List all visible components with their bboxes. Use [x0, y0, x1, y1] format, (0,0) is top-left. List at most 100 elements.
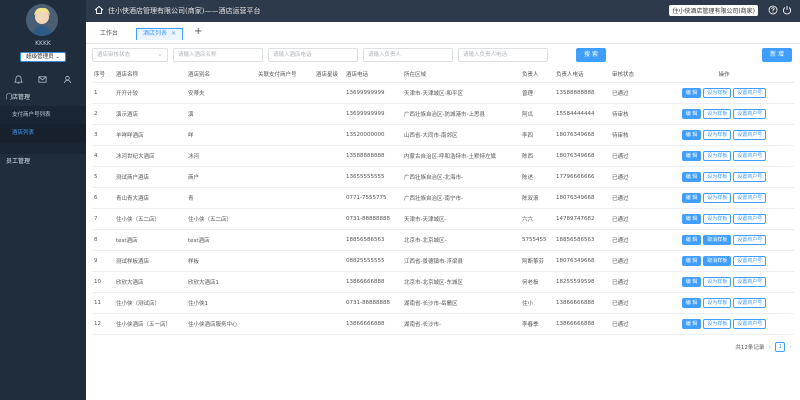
hotel-name-input[interactable]: 请输入酒店名称: [173, 48, 263, 62]
set-merchant-button[interactable]: 设置商户号: [733, 87, 767, 98]
cell-phone: 08825555555: [344, 250, 402, 272]
edit-button[interactable]: 编 辑: [681, 255, 702, 266]
cell-alias: 冰河: [186, 145, 256, 167]
logout-icon[interactable]: [782, 5, 792, 15]
status-select[interactable]: 酒店审核状态: [92, 48, 168, 62]
cell-name: 住小侠酒店（五一店）: [114, 313, 186, 335]
cell-merchant: [256, 229, 314, 251]
sample-toggle-button[interactable]: 设为样板: [703, 150, 732, 161]
edit-button[interactable]: 编 辑: [681, 150, 702, 161]
edit-button[interactable]: 编 辑: [681, 87, 702, 98]
set-merchant-button[interactable]: 设置商户号: [733, 192, 767, 203]
bell-icon[interactable]: [11, 72, 25, 86]
tab-hotel-list[interactable]: 酒店列表 ×: [136, 28, 184, 40]
help-icon[interactable]: [768, 5, 778, 15]
cell-pphone: 18856586563: [554, 229, 610, 251]
edit-button[interactable]: 编 辑: [681, 297, 702, 308]
cell-alias: 演: [186, 103, 256, 125]
sample-toggle-button[interactable]: 设为样板: [703, 87, 732, 98]
sample-toggle-button[interactable]: 设为样板: [703, 213, 732, 224]
username: KKKK: [35, 40, 51, 47]
hotel-phone-input[interactable]: 请输入酒店电话: [268, 48, 358, 62]
sample-toggle-button[interactable]: 设为样板: [703, 171, 732, 182]
table-row: 5 测试商户酒店 商户 13655555555 广西壮族自治区-北海市- 陈述 177966…: [92, 166, 794, 188]
sample-toggle-button[interactable]: 设为样板: [703, 297, 732, 308]
cell-person: 阿瓜: [520, 103, 554, 125]
sample-toggle-button[interactable]: 设为样板: [703, 276, 732, 287]
menu-divider: [0, 142, 86, 154]
sample-toggle-button[interactable]: 设为样板: [703, 129, 732, 140]
menu-group-staff[interactable]: 员工管理: [0, 154, 86, 170]
set-merchant-button[interactable]: 设置商户号: [733, 150, 767, 161]
cell-status: 已通过: [610, 145, 652, 167]
set-merchant-button[interactable]: 设置商户号: [733, 171, 767, 182]
edit-button[interactable]: 编 辑: [681, 213, 702, 224]
cell-area: 江西省-景德镇市-浮梁县: [402, 250, 520, 272]
set-merchant-button[interactable]: 设置商户号: [733, 297, 767, 308]
cell-name: 冰河世纪大酒店: [114, 145, 186, 167]
search-button[interactable]: 搜 索: [576, 48, 606, 62]
set-merchant-button[interactable]: 设置商户号: [733, 255, 767, 266]
cell-star: [314, 145, 344, 167]
set-merchant-button[interactable]: 设置商户号: [733, 108, 767, 119]
prev-page-icon[interactable]: ‹: [768, 343, 771, 351]
menu-item-hotel-list[interactable]: 酒店列表: [0, 124, 86, 142]
next-page-icon[interactable]: ›: [789, 343, 792, 351]
new-button[interactable]: 新 增: [762, 48, 792, 62]
tab-workbench[interactable]: 工作台: [94, 28, 124, 40]
sample-toggle-button[interactable]: 设为样板: [703, 108, 732, 119]
home-icon[interactable]: [94, 5, 104, 17]
role-dropdown[interactable]: 超级管理员 ⌄: [20, 52, 66, 62]
cell-name: 测试商户酒店: [114, 166, 186, 188]
edit-button[interactable]: 编 辑: [681, 234, 702, 245]
person-input[interactable]: 请输入负责人: [363, 48, 453, 62]
cell-merchant: [256, 82, 314, 104]
column-header: 负责人: [520, 66, 554, 83]
set-merchant-button[interactable]: 设置商户号: [733, 234, 767, 245]
sample-toggle-button[interactable]: 取消样板: [703, 234, 732, 245]
person-phone-input[interactable]: 请输入负责人电话: [458, 48, 548, 62]
menu-group-store[interactable]: 门店管理: [0, 90, 86, 106]
column-header: 酒店星级: [314, 66, 344, 83]
sample-toggle-button[interactable]: 取消样板: [703, 255, 732, 266]
page-number[interactable]: 1: [775, 342, 786, 352]
cell-name: test酒店: [114, 229, 186, 251]
edit-button[interactable]: 编 辑: [681, 108, 702, 119]
close-icon[interactable]: ×: [171, 30, 176, 37]
user-icon[interactable]: [61, 72, 75, 86]
cell-name: 开开计较: [114, 82, 186, 104]
edit-button[interactable]: 编 辑: [681, 171, 702, 182]
set-merchant-button[interactable]: 设置商户号: [733, 129, 767, 140]
cell-pphone: 18076349668: [554, 145, 610, 167]
cell-status: 已通过: [610, 166, 652, 188]
cell-person: 阿断筝芬: [520, 250, 554, 272]
cell-star: [314, 292, 344, 314]
add-tab-icon[interactable]: +: [194, 26, 202, 37]
cell-alias: 欣欣大酒店1: [186, 271, 256, 293]
company-selector[interactable]: 住小侠酒店管理有限公司(商家): [669, 5, 758, 16]
edit-button[interactable]: 编 辑: [681, 192, 702, 203]
edit-button[interactable]: 编 辑: [681, 318, 702, 329]
cell-name: 羊咩咩酒店: [114, 124, 186, 146]
set-merchant-button[interactable]: 设置商户号: [733, 318, 767, 329]
set-merchant-button[interactable]: 设置商户号: [733, 213, 767, 224]
cell-star: [314, 250, 344, 272]
mail-icon[interactable]: [36, 72, 50, 86]
sample-toggle-button[interactable]: 设为样板: [703, 318, 732, 329]
cell-no: 8: [92, 229, 114, 251]
cell-actions: 编 辑设为样板 设置商户号: [652, 82, 794, 104]
sample-toggle-button[interactable]: 设为样板: [703, 192, 732, 203]
set-merchant-button[interactable]: 设置商户号: [733, 276, 767, 287]
cell-alias: 青: [186, 187, 256, 209]
cell-status: 已通过: [610, 313, 652, 335]
table-row: 11 住小侠（测试店） 住小侠1 0731-88888888 湖南省-长沙市-岳麓区 住小…: [92, 292, 794, 314]
cell-no: 9: [92, 250, 114, 272]
menu-item-merchant-list[interactable]: 支付商户号列表: [0, 106, 86, 124]
edit-button[interactable]: 编 辑: [681, 129, 702, 140]
cell-name: 住小侠（测试店）: [114, 292, 186, 314]
cell-pphone: 15584444444: [554, 103, 610, 125]
avatar[interactable]: [26, 4, 58, 36]
cell-actions: 编 辑设为样板 设置商户号: [652, 166, 794, 188]
edit-button[interactable]: 编 辑: [681, 276, 702, 287]
cell-merchant: [256, 313, 314, 335]
